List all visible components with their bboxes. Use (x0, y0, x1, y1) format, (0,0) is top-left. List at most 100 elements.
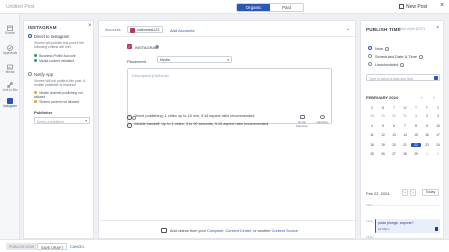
calendar-day[interactable]: 1 (422, 152, 432, 156)
chevron-down-icon: ▾ (85, 119, 87, 123)
calendar-day[interactable]: 8 (411, 124, 421, 128)
calendar-day[interactable]: 5 (378, 124, 388, 128)
upload-icon (161, 228, 167, 233)
publish-now-button[interactable]: PUBLISH NOW (6, 243, 38, 250)
publish-now-radio[interactable] (368, 46, 372, 50)
calendar-day[interactable]: 31 (400, 114, 410, 118)
calendar-day[interactable]: 9 (422, 124, 432, 128)
network-checkbox[interactable]: ✓ (127, 44, 132, 49)
chevron-down-icon[interactable]: ⌄ (346, 26, 350, 32)
mode-toggle[interactable]: Organic Paid (236, 3, 304, 12)
direct-publish-desc: Xhores will publish this post if the fol… (34, 41, 84, 50)
day-heading: Feb 22, 2024 (366, 191, 390, 196)
calendar-day[interactable]: 16 (422, 133, 432, 137)
schedule-radio[interactable] (368, 54, 372, 58)
new-post-button[interactable]: New Post (399, 4, 427, 10)
calendar-day[interactable]: 14 (400, 133, 410, 137)
calendar-icon[interactable] (433, 76, 438, 80)
calendar-day[interactable]: 19 (378, 143, 388, 147)
check-item: Mobile channel publishing not allowed (34, 91, 90, 99)
calendar-day[interactable]: 20 (389, 143, 399, 147)
next-day-button[interactable]: › (410, 189, 416, 196)
calendar-day[interactable]: 29 (411, 152, 421, 156)
calendar-day[interactable]: 1 (411, 114, 421, 118)
content-source-link[interactable]: Content Source (272, 229, 298, 233)
today-button[interactable]: Today (422, 189, 439, 196)
calendar-day[interactable]: 2 (433, 152, 443, 156)
footer-text: or another (253, 229, 271, 233)
calendar-day[interactable]: 30 (389, 114, 399, 118)
organic-toggle[interactable]: Organic (237, 4, 270, 11)
calendar-day[interactable]: 26 (378, 152, 388, 156)
save-draft-button[interactable]: SAVE DRAFT (37, 243, 68, 250)
content-center-link[interactable]: Content Center (226, 229, 252, 233)
prev-day-button[interactable]: ‹ (402, 189, 408, 196)
calendar-day[interactable]: 28 (400, 152, 410, 156)
option-label: Unscheduled (375, 62, 399, 67)
rail-item-media[interactable]: Media (0, 64, 20, 75)
close-icon[interactable]: × (436, 25, 439, 31)
direct-publish-radio[interactable] (28, 34, 32, 38)
rail-item-approvals[interactable]: Approvals (0, 45, 20, 56)
calendar-day[interactable]: 6 (389, 124, 399, 128)
rail-item-events[interactable]: Events (0, 25, 20, 36)
rail-item-link-in-bio[interactable]: Link in Bio (0, 82, 20, 93)
check-label: Mobile channel publishing not allowed (34, 91, 83, 99)
paid-toggle[interactable]: Paid (270, 4, 303, 11)
calendar-day[interactable]: 25 (367, 152, 377, 156)
post-editor: Accounts catboxtest123 Add Accounts ⌄ ✓ … (98, 20, 357, 239)
network-header: ✓ INSTAGRAM ◉ (127, 42, 350, 52)
option-label: Now (375, 46, 384, 51)
weekday-label: M (381, 106, 385, 110)
info-note: i Mobile handoff: Up to 1 video, 3 to 90 … (127, 122, 268, 128)
close-icon[interactable]: × (440, 2, 444, 9)
calendar-day[interactable]: 4 (367, 124, 377, 128)
computer-link[interactable]: Computer (207, 229, 223, 233)
eye-icon[interactable]: ◉ (155, 44, 159, 50)
rail-label: Media (5, 70, 15, 74)
calendar-day[interactable]: 22 (411, 142, 421, 147)
prev-month-icon[interactable]: ‹ (421, 95, 423, 100)
publisher-label: Publisher (34, 110, 53, 115)
calendar-day[interactable]: 23 (422, 143, 432, 147)
emoji-button[interactable]: Emoji Selection (293, 115, 311, 128)
cancel-button[interactable]: CANCEL (67, 243, 88, 250)
calendar-day[interactable]: 10 (433, 124, 443, 128)
schedule-option[interactable]: Scheduled Date & Time (375, 54, 423, 59)
account-chip[interactable]: catboxtest123 (127, 26, 163, 33)
unscheduled-radio[interactable] (368, 62, 372, 66)
check-icon (34, 54, 38, 58)
placement-select[interactable]: Media ▾ (157, 56, 232, 63)
publish-now-option[interactable]: Now (375, 46, 389, 51)
calendar-day[interactable]: 3 (433, 114, 443, 118)
unscheduled-option[interactable]: Unscheduled (375, 62, 404, 67)
calendar-day[interactable]: 27 (389, 152, 399, 156)
footer-text: Add videos from your (170, 229, 206, 233)
close-icon[interactable]: × (88, 23, 92, 29)
calendar-day[interactable]: 13 (389, 133, 399, 137)
add-accounts-link[interactable]: Add Accounts (170, 28, 194, 33)
calendar-day[interactable]: 28 (367, 114, 377, 118)
calendar-day[interactable]: 18 (367, 143, 377, 147)
calendar-day[interactable]: 15 (411, 133, 421, 137)
calendar-day[interactable]: 12 (378, 133, 388, 137)
next-month-icon[interactable]: › (433, 95, 435, 100)
calendar-day[interactable]: 7 (400, 124, 410, 128)
calendar-day[interactable]: 11 (367, 133, 377, 137)
publisher-select[interactable]: Select a publisher ▾ (34, 117, 90, 124)
calendar-event[interactable]: polar plunge, anyone? 10:00pm (375, 219, 440, 233)
calendar-day[interactable]: 29 (378, 114, 388, 118)
calendar-day[interactable]: 21 (400, 143, 410, 147)
info-icon (400, 62, 404, 67)
notify-app-radio[interactable] (28, 72, 32, 76)
calendar-day[interactable]: 24 (433, 143, 443, 147)
timezone-label: Time zone (EST) (398, 27, 426, 31)
publisher-placeholder: Select a publisher (37, 119, 64, 124)
calendar-day[interactable]: 2 (422, 114, 432, 118)
datetime-input[interactable]: Type or select a date and time (366, 74, 440, 81)
time-slot-line (375, 205, 440, 206)
hashtag-button[interactable]: Hashtag (313, 115, 331, 124)
rail-item-instagram[interactable]: Instagram (0, 98, 20, 109)
check-label: Shared content not allowed (39, 100, 80, 104)
calendar-day[interactable]: 17 (433, 133, 443, 137)
